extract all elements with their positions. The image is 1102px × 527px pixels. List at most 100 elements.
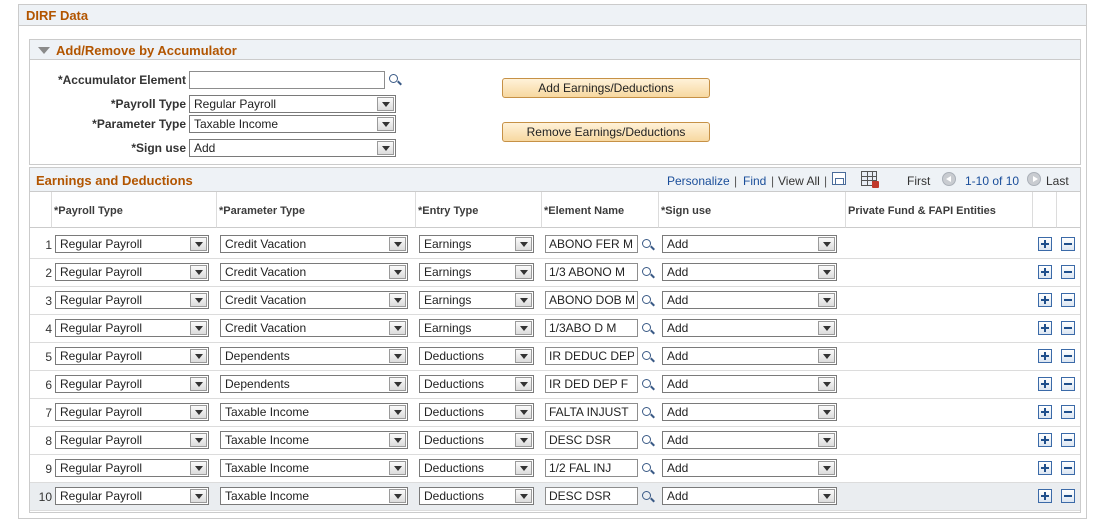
row-sign-use-select[interactable]: Add	[662, 403, 837, 421]
last-arrow-icon[interactable]	[1027, 172, 1041, 186]
add-row-icon[interactable]	[1038, 433, 1052, 447]
delete-row-icon[interactable]	[1061, 489, 1075, 503]
delete-row-icon[interactable]	[1061, 237, 1075, 251]
remove-earnings-deductions-button[interactable]: Remove Earnings/Deductions	[502, 122, 710, 142]
row-element-name-input[interactable]	[545, 487, 638, 505]
dropdown-arrow-icon[interactable]	[818, 489, 835, 503]
row-parameter-type-select[interactable]: Taxable Income	[220, 431, 408, 449]
dropdown-arrow-icon[interactable]	[515, 237, 532, 251]
row-entry-type-select[interactable]: Earnings	[419, 263, 534, 281]
dropdown-arrow-icon[interactable]	[389, 377, 406, 391]
dropdown-arrow-icon[interactable]	[377, 141, 394, 155]
parameter-type-select[interactable]: Taxable Income	[189, 115, 396, 133]
add-earnings-deductions-button[interactable]: Add Earnings/Deductions	[502, 78, 710, 98]
row-payroll-type-select[interactable]: Regular Payroll	[55, 347, 209, 365]
dropdown-arrow-icon[interactable]	[818, 349, 835, 363]
row-entry-type-select[interactable]: Earnings	[419, 319, 534, 337]
row-sign-use-select[interactable]: Add	[662, 235, 837, 253]
add-row-icon[interactable]	[1038, 321, 1052, 335]
range-link[interactable]: 1-10 of 10	[965, 174, 1019, 188]
delete-row-icon[interactable]	[1061, 433, 1075, 447]
add-row-icon[interactable]	[1038, 237, 1052, 251]
dropdown-arrow-icon[interactable]	[389, 461, 406, 475]
delete-row-icon[interactable]	[1061, 349, 1075, 363]
row-sign-use-select[interactable]: Add	[662, 431, 837, 449]
dropdown-arrow-icon[interactable]	[515, 405, 532, 419]
dropdown-arrow-icon[interactable]	[515, 433, 532, 447]
row-entry-type-select[interactable]: Deductions	[419, 403, 534, 421]
delete-row-icon[interactable]	[1061, 405, 1075, 419]
accumulator-section-header[interactable]: Add/Remove by Accumulator	[30, 40, 1080, 60]
row-sign-use-select[interactable]: Add	[662, 347, 837, 365]
row-sign-use-select[interactable]: Add	[662, 291, 837, 309]
dropdown-arrow-icon[interactable]	[389, 405, 406, 419]
add-row-icon[interactable]	[1038, 265, 1052, 279]
element-lookup-search-icon[interactable]	[641, 266, 655, 280]
row-payroll-type-select[interactable]: Regular Payroll	[55, 291, 209, 309]
dropdown-arrow-icon[interactable]	[190, 293, 207, 307]
row-parameter-type-select[interactable]: Dependents	[220, 347, 408, 365]
row-element-name-input[interactable]	[545, 375, 638, 393]
element-lookup-search-icon[interactable]	[641, 462, 655, 476]
dropdown-arrow-icon[interactable]	[389, 489, 406, 503]
delete-row-icon[interactable]	[1061, 321, 1075, 335]
row-payroll-type-select[interactable]: Regular Payroll	[55, 263, 209, 281]
row-entry-type-select[interactable]: Deductions	[419, 487, 534, 505]
row-payroll-type-select[interactable]: Regular Payroll	[55, 403, 209, 421]
row-parameter-type-select[interactable]: Taxable Income	[220, 459, 408, 477]
row-entry-type-select[interactable]: Earnings	[419, 291, 534, 309]
dropdown-arrow-icon[interactable]	[190, 377, 207, 391]
dropdown-arrow-icon[interactable]	[190, 489, 207, 503]
dropdown-arrow-icon[interactable]	[389, 265, 406, 279]
row-element-name-input[interactable]	[545, 431, 638, 449]
delete-row-icon[interactable]	[1061, 265, 1075, 279]
row-element-name-input[interactable]	[545, 263, 638, 281]
row-payroll-type-select[interactable]: Regular Payroll	[55, 319, 209, 337]
row-payroll-type-select[interactable]: Regular Payroll	[55, 375, 209, 393]
row-parameter-type-select[interactable]: Taxable Income	[220, 403, 408, 421]
personalize-link[interactable]: Personalize	[667, 174, 730, 188]
row-entry-type-select[interactable]: Deductions	[419, 375, 534, 393]
dropdown-arrow-icon[interactable]	[190, 433, 207, 447]
row-sign-use-select[interactable]: Add	[662, 487, 837, 505]
dropdown-arrow-icon[interactable]	[818, 265, 835, 279]
dropdown-arrow-icon[interactable]	[190, 349, 207, 363]
add-row-icon[interactable]	[1038, 489, 1052, 503]
dropdown-arrow-icon[interactable]	[389, 237, 406, 251]
row-sign-use-select[interactable]: Add	[662, 263, 837, 281]
dropdown-arrow-icon[interactable]	[818, 433, 835, 447]
zoom-icon[interactable]	[832, 172, 846, 185]
sign-use-select[interactable]: Add	[189, 139, 396, 157]
row-entry-type-select[interactable]: Earnings	[419, 235, 534, 253]
row-parameter-type-select[interactable]: Credit Vacation	[220, 319, 408, 337]
payroll-type-select[interactable]: Regular Payroll	[189, 95, 396, 113]
dropdown-arrow-icon[interactable]	[389, 321, 406, 335]
row-entry-type-select[interactable]: Deductions	[419, 347, 534, 365]
dropdown-arrow-icon[interactable]	[818, 377, 835, 391]
dropdown-arrow-icon[interactable]	[389, 293, 406, 307]
row-sign-use-select[interactable]: Add	[662, 319, 837, 337]
accumulator-element-input[interactable]	[189, 71, 385, 89]
row-payroll-type-select[interactable]: Regular Payroll	[55, 431, 209, 449]
row-payroll-type-select[interactable]: Regular Payroll	[55, 487, 209, 505]
dropdown-arrow-icon[interactable]	[190, 321, 207, 335]
find-link[interactable]: Find	[743, 174, 766, 188]
dropdown-arrow-icon[interactable]	[818, 321, 835, 335]
row-payroll-type-select[interactable]: Regular Payroll	[55, 459, 209, 477]
dropdown-arrow-icon[interactable]	[190, 265, 207, 279]
dropdown-arrow-icon[interactable]	[818, 461, 835, 475]
row-parameter-type-select[interactable]: Credit Vacation	[220, 291, 408, 309]
dropdown-arrow-icon[interactable]	[190, 405, 207, 419]
dropdown-arrow-icon[interactable]	[515, 489, 532, 503]
add-row-icon[interactable]	[1038, 293, 1052, 307]
delete-row-icon[interactable]	[1061, 377, 1075, 391]
dropdown-arrow-icon[interactable]	[818, 293, 835, 307]
add-row-icon[interactable]	[1038, 405, 1052, 419]
dropdown-arrow-icon[interactable]	[515, 349, 532, 363]
element-lookup-search-icon[interactable]	[641, 490, 655, 504]
view-all-link[interactable]: View All	[778, 174, 820, 188]
row-payroll-type-select[interactable]: Regular Payroll	[55, 235, 209, 253]
row-element-name-input[interactable]	[545, 459, 638, 477]
accumulator-lookup-search-icon[interactable]	[388, 73, 402, 87]
element-lookup-search-icon[interactable]	[641, 238, 655, 252]
